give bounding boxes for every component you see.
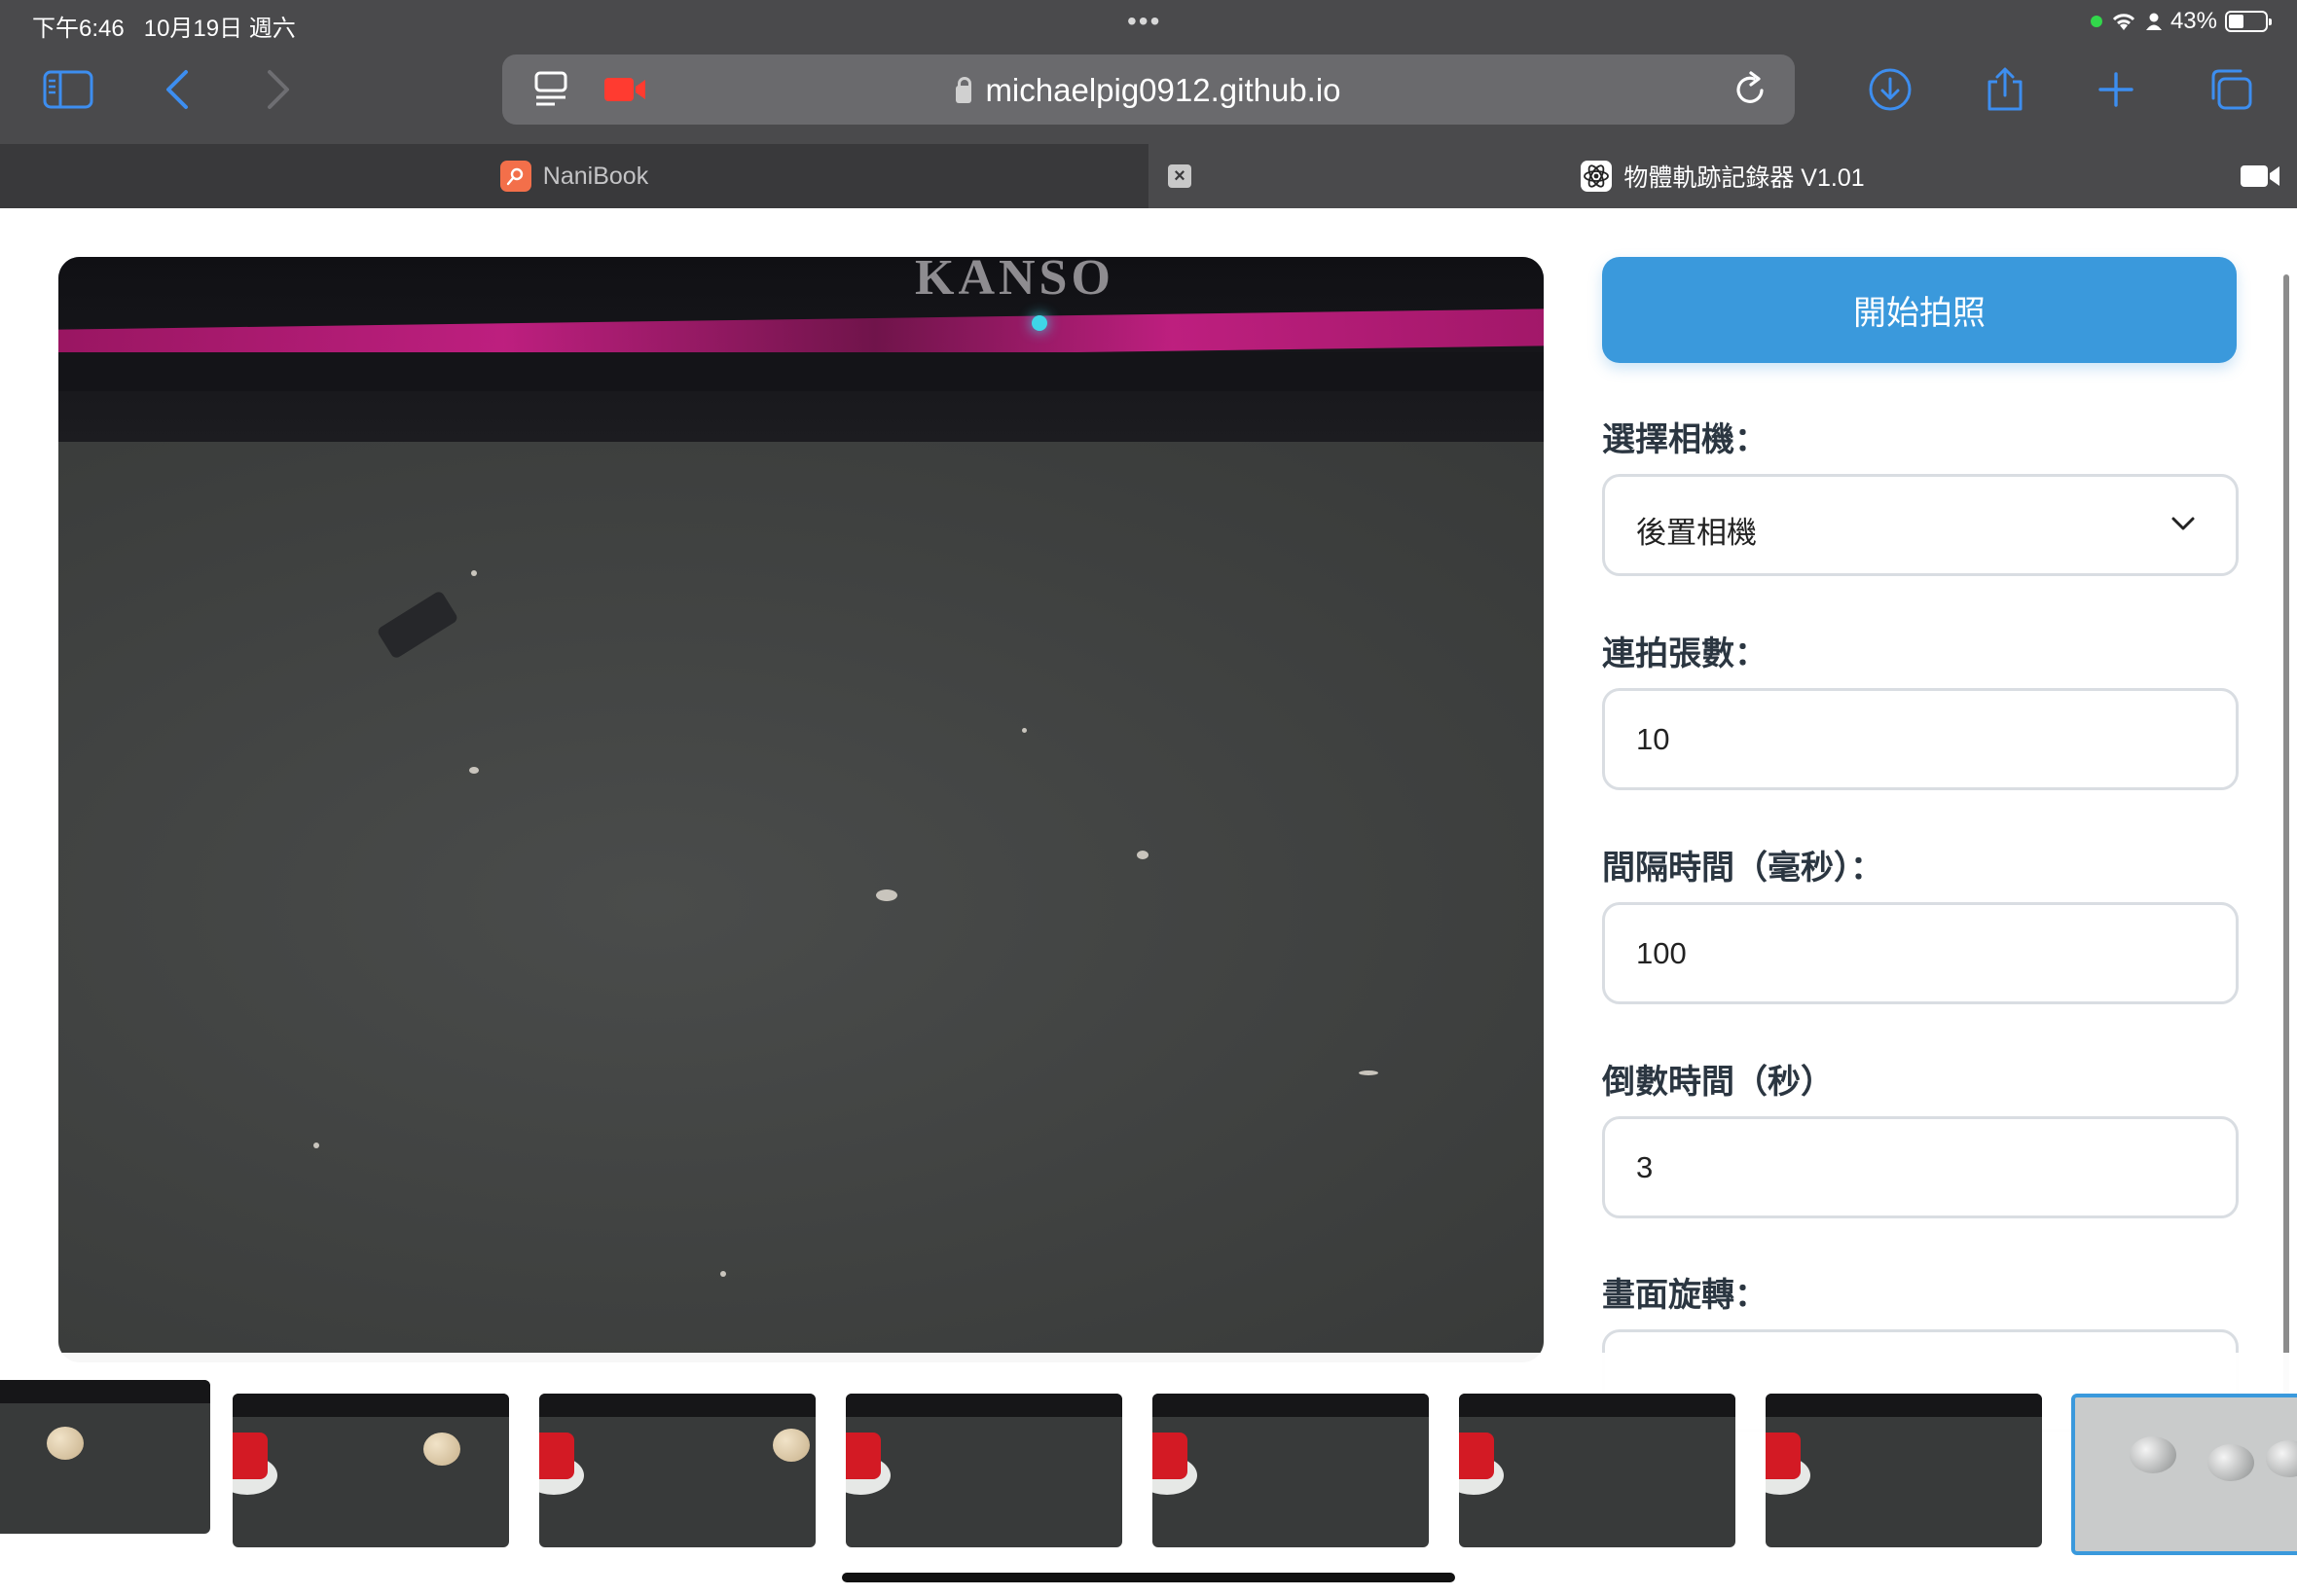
sidebar-icon[interactable] xyxy=(43,64,93,115)
thumbnail-red-object xyxy=(1766,1433,1801,1479)
thumbnail-wall xyxy=(0,1380,210,1403)
interval-label: 間隔時間（毫秒）： xyxy=(1602,850,1883,887)
browser-chrome: 下午6:46 10月19日 週六 ••• 43% michaelpig0912.… xyxy=(0,0,2297,144)
countdown-value: 3 xyxy=(1636,1150,1654,1184)
atom-favicon-icon xyxy=(1581,161,1613,192)
battery-fill xyxy=(2229,15,2243,28)
thumbnail-red-object xyxy=(233,1433,268,1479)
camera-select-value: 後置相機 xyxy=(1636,516,1757,550)
photo-thumbnail[interactable] xyxy=(539,1394,816,1547)
date-text: 10月19日 週六 xyxy=(143,16,296,42)
thumbnail-wall xyxy=(846,1394,1122,1417)
page-scrollbar[interactable] xyxy=(2283,274,2289,1423)
interval-value: 100 xyxy=(1636,936,1687,970)
photo-thumbnail[interactable] xyxy=(0,1380,210,1534)
tabs-icon[interactable] xyxy=(2206,64,2256,115)
back-icon[interactable] xyxy=(152,64,202,115)
photo-thumbnail[interactable] xyxy=(1766,1394,2042,1547)
screen: 下午6:46 10月19日 週六 ••• 43% michaelpig0912.… xyxy=(0,0,2297,1596)
photo-filmstrip[interactable] xyxy=(0,1353,2297,1596)
url-text: michaelpig0912.github.io xyxy=(985,72,1341,108)
status-time: 下午6:46 10月19日 週六 xyxy=(32,9,296,43)
preview-speck xyxy=(313,1143,319,1148)
preview-floor xyxy=(58,442,1544,1362)
thumbnail-red-object xyxy=(1459,1433,1494,1479)
preview-speck xyxy=(876,889,897,901)
start-capture-button[interactable]: 開始拍照 xyxy=(1602,257,2237,363)
battery-percent: 43% xyxy=(2169,8,2217,34)
tab-title: NaniBook xyxy=(542,162,649,190)
camera-in-use-indicator xyxy=(2090,16,2102,27)
forward-icon[interactable] xyxy=(253,64,304,115)
thumbnail-wall xyxy=(233,1394,509,1417)
trajectory-composite-thumbnail[interactable] xyxy=(2071,1394,2297,1555)
composite-ball xyxy=(2130,1436,2176,1473)
burst-count-label: 連拍張數： xyxy=(1602,635,1768,672)
composite-ball xyxy=(2207,1444,2254,1481)
burst-count-input[interactable]: 10 xyxy=(1602,688,2239,790)
burst-count-value: 10 xyxy=(1636,722,1670,756)
status-right: 43% xyxy=(2090,8,2272,35)
address-bar[interactable]: michaelpig0912.github.io xyxy=(502,54,1795,125)
preview-cabinet-edge xyxy=(58,352,1544,391)
preview-speck xyxy=(1022,728,1027,733)
tab-camera-icon xyxy=(2239,163,2281,194)
lock-icon xyxy=(956,77,972,103)
tab-title: 物體軌跡記錄器 V1.01 xyxy=(1623,164,1865,192)
tab-trajectory-recorder[interactable]: 物體軌跡記錄器 V1.01 xyxy=(1148,144,2297,208)
status-bar: 下午6:46 10月19日 週六 ••• 43% xyxy=(0,0,2297,45)
download-icon[interactable] xyxy=(1865,64,1915,115)
preview-cable-plug xyxy=(376,590,459,660)
photo-thumbnail[interactable] xyxy=(233,1394,509,1547)
multitasking-dots[interactable]: ••• xyxy=(1127,6,1161,37)
thumbnail-ball xyxy=(423,1433,460,1466)
preview-speck xyxy=(1359,1070,1378,1075)
camera-preview: KANSO xyxy=(58,257,1544,1362)
preview-speck xyxy=(1137,851,1148,859)
close-tab-icon[interactable]: × xyxy=(1168,164,1191,188)
photo-thumbnail[interactable] xyxy=(1152,1394,1429,1547)
thumbnail-red-object xyxy=(1152,1433,1187,1479)
thumbnail-red-object xyxy=(539,1433,574,1479)
time-text: 下午6:46 xyxy=(32,16,125,42)
thumbnail-red-object xyxy=(846,1433,881,1479)
person-icon xyxy=(2145,13,2162,30)
preview-brand-text: KANSO xyxy=(915,257,1114,306)
url-display[interactable]: michaelpig0912.github.io xyxy=(502,72,1795,109)
thumbnail-wall xyxy=(1766,1394,2042,1417)
interval-input[interactable]: 100 xyxy=(1602,902,2239,1004)
rotation-label: 畫面旋轉： xyxy=(1602,1277,1768,1314)
thumbnail-ball xyxy=(773,1429,810,1462)
preview-speck xyxy=(469,767,479,774)
nanibook-favicon-icon xyxy=(499,161,531,192)
battery-icon xyxy=(2225,11,2272,32)
home-indicator[interactable] xyxy=(842,1573,1455,1582)
thumbnail-wall xyxy=(1152,1394,1429,1417)
preview-speck xyxy=(471,570,477,576)
photo-thumbnail[interactable] xyxy=(846,1394,1122,1547)
composite-ball xyxy=(2266,1440,2297,1477)
thumbnail-wall xyxy=(1459,1394,1735,1417)
chevron-down-icon xyxy=(2169,514,2197,538)
tab-nanibook[interactable]: NaniBook xyxy=(0,144,1148,208)
preview-indicator-light xyxy=(1032,315,1047,331)
countdown-input[interactable]: 3 xyxy=(1602,1116,2239,1218)
reload-icon[interactable] xyxy=(1725,64,1775,115)
camera-select[interactable]: 後置相機 xyxy=(1602,474,2239,576)
countdown-label: 倒數時間（秒） xyxy=(1602,1064,1834,1101)
wifi-icon xyxy=(2112,14,2135,30)
tab-bar: NaniBook 物體軌跡記錄器 V1.01 × xyxy=(0,144,2297,208)
thumbnail-ball xyxy=(47,1427,84,1460)
share-icon[interactable] xyxy=(1980,64,2030,115)
new-tab-icon[interactable] xyxy=(2091,64,2141,115)
preview-speck xyxy=(720,1271,726,1277)
camera-select-label: 選擇相機： xyxy=(1602,421,1768,458)
photo-thumbnail[interactable] xyxy=(1459,1394,1735,1547)
thumbnail-wall xyxy=(539,1394,816,1417)
